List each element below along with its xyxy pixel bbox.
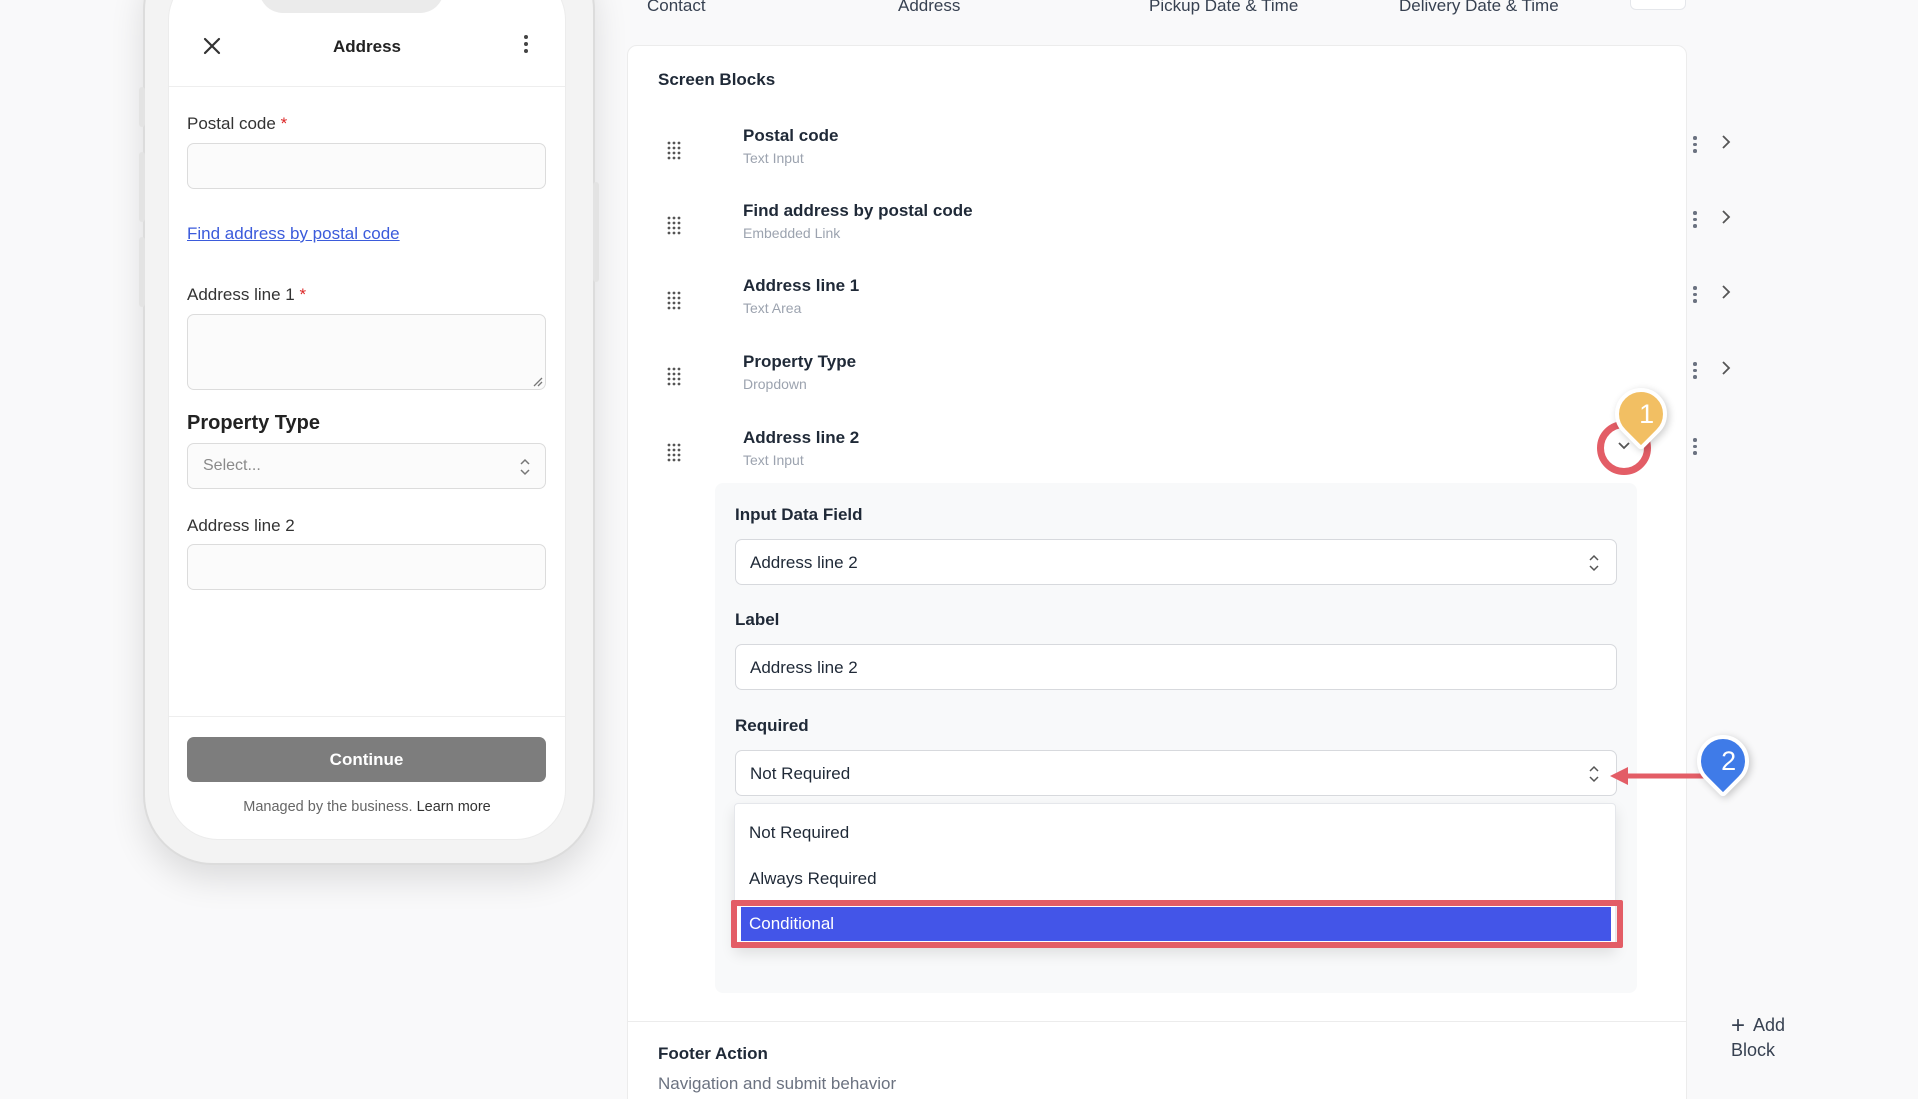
phone-side-button	[593, 182, 599, 282]
select-updown-icon	[520, 458, 530, 476]
address-line2-input[interactable]	[187, 544, 546, 590]
footer-action-subtitle: Navigation and submit behavior	[658, 1074, 897, 1093]
top-nav-button[interactable]	[1630, 0, 1686, 10]
learn-more-link[interactable]: Learn more	[417, 799, 491, 815]
block-row[interactable]: Property Type Dropdown	[658, 352, 1731, 412]
block-row[interactable]: Postal code Text Input	[658, 126, 1731, 186]
phone-header: Address	[169, 1, 565, 87]
input-data-field-label: Input Data Field	[735, 505, 863, 524]
resize-handle-icon[interactable]	[531, 375, 543, 387]
block-name: Address line 1	[743, 276, 860, 295]
option-not-required[interactable]: Not Required	[749, 823, 849, 843]
chevron-down-icon[interactable]	[1617, 441, 1631, 451]
block-type: Dropdown	[743, 376, 807, 392]
property-type-placeholder: Select...	[203, 457, 261, 474]
phone-side-button	[139, 152, 145, 222]
property-type-heading: Property Type	[187, 412, 320, 434]
phone-title: Address	[332, 37, 402, 56]
input-data-field-select[interactable]: Address line 2	[735, 539, 1617, 585]
tab-delivery[interactable]: Delivery Date & Time	[1399, 0, 1559, 16]
block-row[interactable]: Address line 1 Text Area	[658, 276, 1731, 336]
chevron-right-icon[interactable]	[1720, 360, 1732, 376]
required-value: Not Required	[750, 764, 851, 783]
arrow-left-icon	[1610, 767, 1706, 785]
chevron-right-icon[interactable]	[1720, 134, 1732, 150]
chevron-right-icon[interactable]	[1720, 209, 1732, 225]
phone-screen: Address Postal code * Find address by po…	[168, 0, 566, 840]
block-more-icon[interactable]	[1692, 136, 1698, 156]
find-address-link[interactable]: Find address by postal code	[187, 224, 400, 244]
block-type: Embedded Link	[743, 225, 841, 241]
required-label: Required	[735, 716, 809, 735]
option-always-required[interactable]: Always Required	[749, 869, 877, 889]
option-conditional[interactable]: Conditional	[741, 907, 1611, 941]
postal-code-label: Postal code *	[187, 114, 288, 133]
block-row[interactable]: Find address by postal code Embedded Lin…	[658, 201, 1731, 261]
drag-handle-icon[interactable]	[666, 366, 682, 388]
phone-footer: Continue Managed by the business. Learn …	[169, 716, 565, 839]
select-updown-icon	[1589, 554, 1599, 572]
block-name: Postal code	[743, 126, 839, 145]
add-block-button[interactable]: + Add Block	[1731, 1012, 1785, 1061]
label-input[interactable]: Address line 2	[735, 644, 1617, 690]
block-name: Find address by postal code	[743, 201, 973, 220]
continue-button[interactable]: Continue	[187, 737, 546, 782]
drag-handle-icon[interactable]	[666, 140, 682, 162]
block-row-expanded[interactable]: Address line 2 Text Input	[658, 428, 1697, 488]
drag-handle-icon[interactable]	[666, 442, 682, 464]
tab-address[interactable]: Address	[898, 0, 960, 16]
input-data-field-value: Address line 2	[750, 553, 858, 572]
label-label: Label	[735, 610, 780, 629]
block-type: Text Area	[743, 300, 802, 316]
tab-contact[interactable]: Contact	[647, 0, 706, 16]
plus-icon: +	[1731, 1012, 1746, 1039]
screen-blocks-title: Screen Blocks	[658, 70, 776, 89]
block-name: Property Type	[743, 352, 857, 371]
phone-side-button	[139, 237, 145, 307]
address-line2-label: Address line 2	[187, 516, 295, 535]
tab-pickup[interactable]: Pickup Date & Time	[1149, 0, 1298, 16]
drag-handle-icon[interactable]	[666, 290, 682, 312]
select-updown-icon	[1589, 765, 1599, 783]
chevron-right-icon[interactable]	[1720, 284, 1732, 300]
block-more-icon[interactable]	[1692, 362, 1698, 382]
managed-text: Managed by the business. Learn more	[243, 799, 491, 815]
address-line1-label: Address line 1 *	[187, 285, 307, 304]
block-name: Address line 2	[743, 428, 860, 447]
phone-side-button	[139, 87, 145, 127]
block-more-icon[interactable]	[1692, 286, 1698, 306]
divider	[628, 1021, 1686, 1022]
drag-handle-icon[interactable]	[666, 215, 682, 237]
block-type: Text Input	[743, 150, 804, 166]
more-options-icon[interactable]	[523, 35, 529, 57]
label-value: Address line 2	[750, 658, 858, 677]
address-line1-textarea[interactable]	[187, 314, 546, 390]
footer-action-title: Footer Action	[658, 1044, 768, 1063]
step-marker-2: 2	[1686, 724, 1760, 798]
required-select[interactable]: Not Required	[735, 750, 1617, 796]
postal-code-input[interactable]	[187, 143, 546, 189]
required-options-list: Not Required Always Required Conditional	[734, 803, 1616, 948]
block-type: Text Input	[743, 452, 804, 468]
property-type-select[interactable]: Select...	[187, 443, 546, 489]
block-more-icon[interactable]	[1692, 438, 1698, 458]
block-more-icon[interactable]	[1692, 211, 1698, 231]
